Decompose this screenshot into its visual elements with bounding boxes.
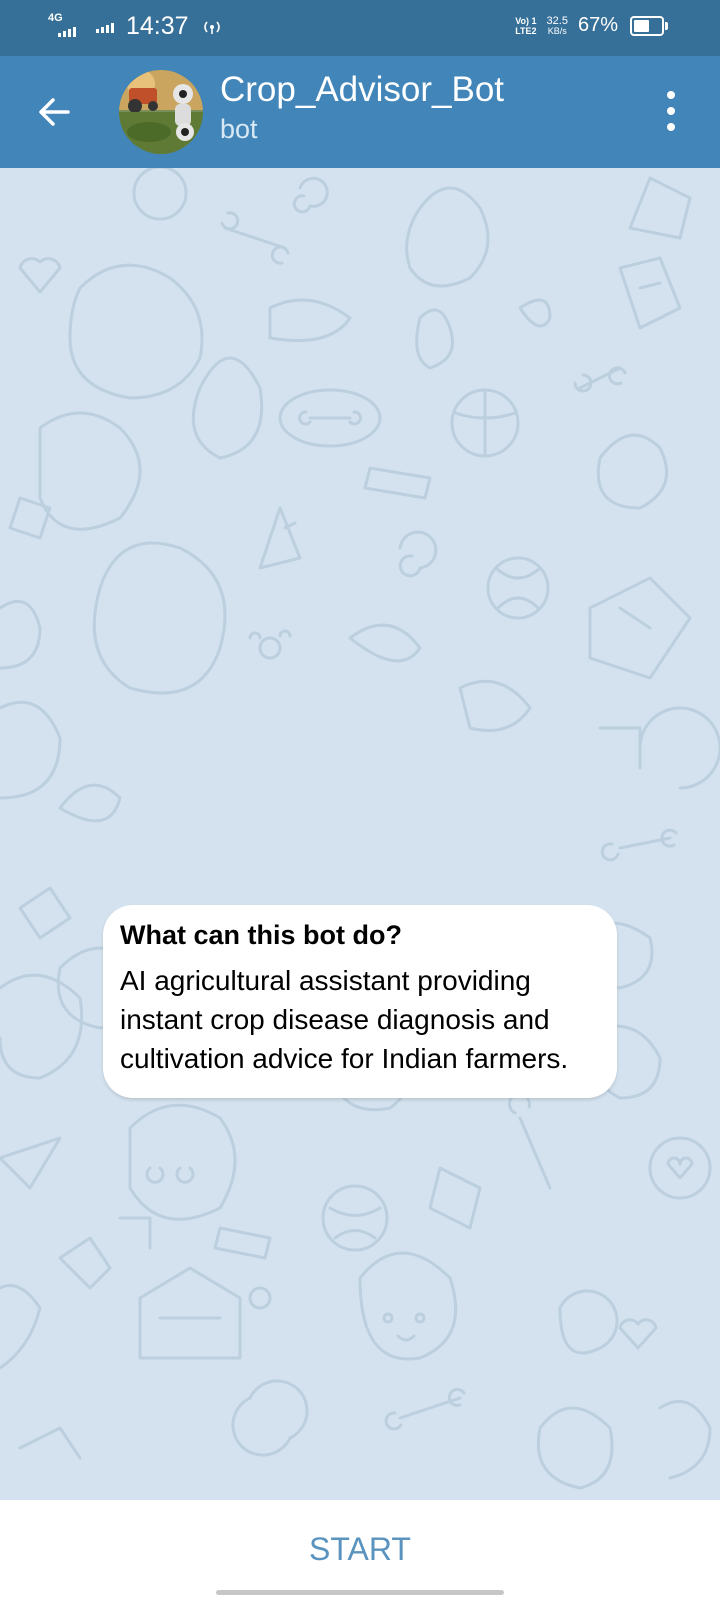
mobile-network-icon: 4G (48, 11, 84, 41)
bottom-bar: START (0, 1500, 720, 1600)
chat-subtitle: bot (220, 114, 258, 144)
home-indicator[interactable] (216, 1590, 504, 1595)
speed-value: 32.5 (546, 14, 568, 27)
bot-description-text: AI agricultural assistant providing inst… (120, 965, 569, 1074)
network-type: 4G (48, 11, 63, 24)
bot-description-heading: What can this bot do? (120, 920, 402, 950)
chat-title[interactable]: Crop_Advisor_Bot (220, 70, 504, 110)
more-vertical-icon[interactable] (656, 86, 686, 136)
bot-description-bubble: What can this bot do? AI agricultural as… (103, 905, 617, 1098)
network-speed: 32.5 KB/s (546, 14, 568, 36)
status-left: 4G 14:37 (48, 12, 223, 41)
chat-header: Crop_Advisor_Bot bot (0, 56, 720, 168)
start-button[interactable]: START (0, 1530, 720, 1569)
status-right: Vo) 1 LTE2 32.5 KB/s 67% (515, 14, 668, 37)
battery-percent: 67% (577, 14, 618, 36)
battery-icon (630, 15, 668, 36)
battery-fill (634, 19, 649, 32)
signal-icon (96, 21, 114, 33)
avatar[interactable] (119, 70, 203, 154)
status-bar: 4G 14:37 Vo) 1 LTE2 32.5 KB/s 67% (0, 0, 720, 56)
hotspot-icon (203, 21, 220, 34)
arrow-left-icon[interactable] (34, 92, 74, 132)
wallpaper-doodles (0, 168, 720, 1490)
volte-top: Vo) 1 (515, 15, 537, 26)
volte-indicator: Vo) 1 LTE2 (515, 16, 536, 36)
chat-area: What can this bot do? AI agricultural as… (0, 168, 720, 1500)
volte-bottom: LTE2 (515, 25, 537, 36)
speed-unit: KB/s (547, 25, 567, 36)
clock: 14:37 (126, 12, 189, 40)
